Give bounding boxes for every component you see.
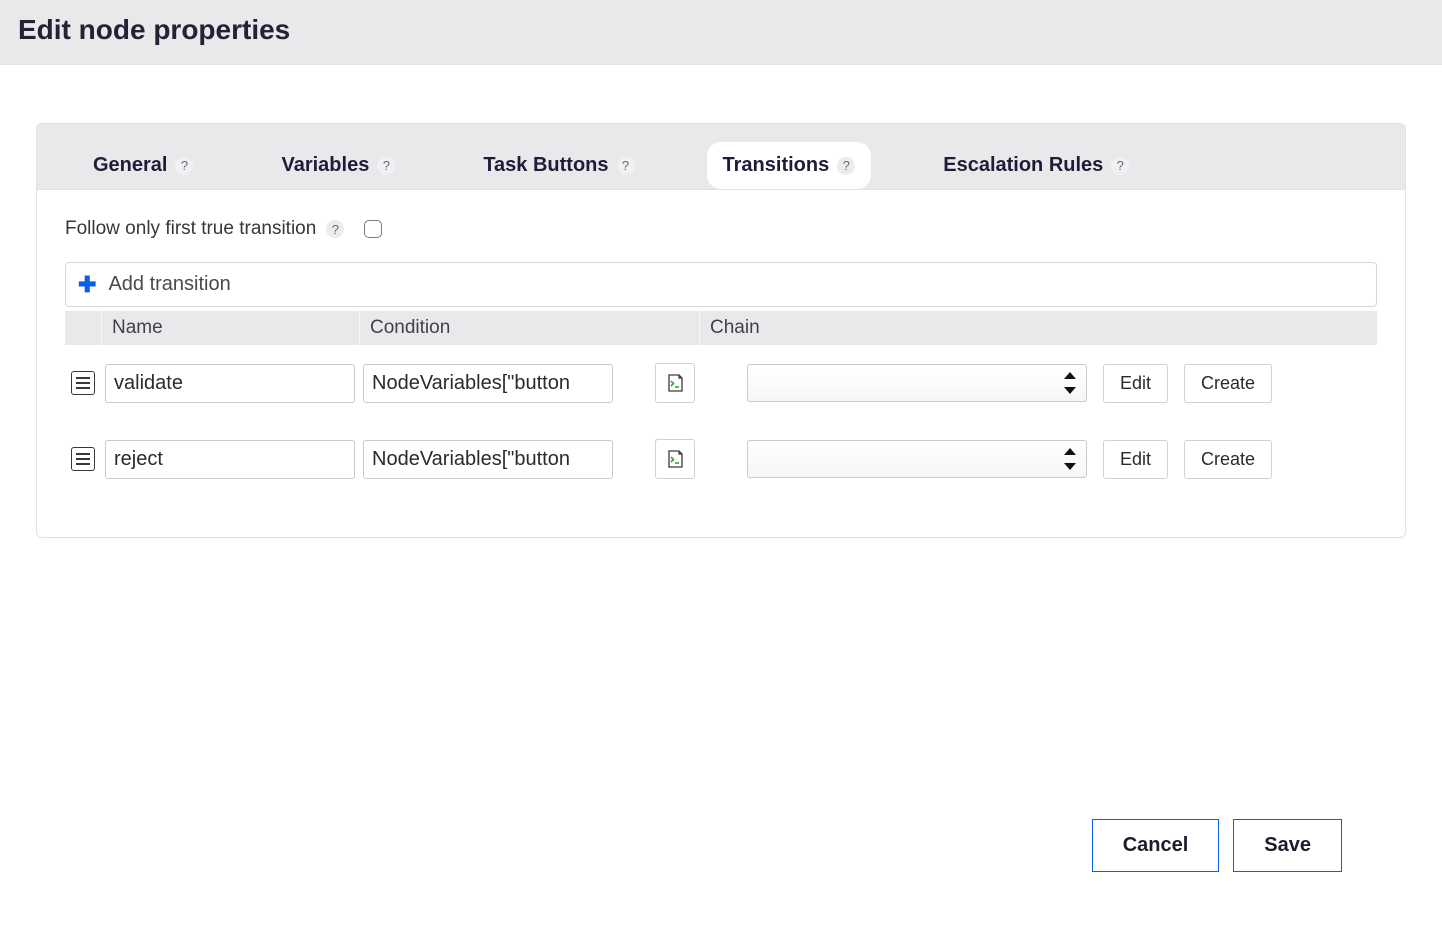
add-transition-button[interactable]: ✚ Add transition (65, 262, 1377, 307)
follow-first-true-checkbox[interactable] (364, 220, 382, 238)
transitions-table: Name Condition Chain (65, 311, 1377, 497)
expression-editor-button[interactable] (655, 439, 695, 479)
drag-handle-icon[interactable] (71, 371, 95, 395)
transition-condition-input[interactable] (363, 440, 613, 479)
help-icon[interactable]: ? (326, 220, 344, 238)
transition-condition-input[interactable] (363, 364, 613, 403)
col-condition-header: Condition (359, 311, 699, 345)
tab-general[interactable]: General ? (77, 142, 209, 189)
script-icon (665, 373, 685, 393)
table-row: Edit Create (65, 345, 1377, 421)
tab-escalation-rules[interactable]: Escalation Rules ? (927, 142, 1145, 189)
help-icon[interactable]: ? (837, 157, 855, 175)
follow-first-true-row: Follow only first true transition ? (65, 218, 1377, 240)
table-row: Edit Create (65, 421, 1377, 497)
create-chain-button[interactable]: Create (1184, 364, 1272, 403)
dialog-content: General ? Variables ? Task Buttons ? Tra… (0, 65, 1442, 538)
edit-chain-button[interactable]: Edit (1103, 440, 1168, 479)
tab-label: Task Buttons (483, 154, 608, 177)
tab-label: Transitions (723, 154, 830, 177)
chain-select[interactable] (747, 364, 1087, 402)
tab-label: General (93, 154, 167, 177)
edit-chain-button[interactable]: Edit (1103, 364, 1168, 403)
col-chain-header: Chain (699, 311, 1377, 345)
follow-first-true-label: Follow only first true transition (65, 218, 316, 240)
dialog-footer: Cancel Save (1092, 819, 1342, 872)
plus-icon: ✚ (78, 274, 96, 296)
tab-variables[interactable]: Variables ? (265, 142, 411, 189)
dialog-header: Edit node properties (0, 0, 1442, 65)
transitions-panel: Follow only first true transition ? ✚ Ad… (36, 189, 1406, 538)
dialog-title: Edit node properties (18, 14, 1424, 46)
chain-select[interactable] (747, 440, 1087, 478)
cancel-button[interactable]: Cancel (1092, 819, 1220, 872)
tab-transitions[interactable]: Transitions ? (707, 142, 872, 189)
tab-bar: General ? Variables ? Task Buttons ? Tra… (36, 123, 1406, 189)
drag-handle-icon[interactable] (71, 447, 95, 471)
help-icon[interactable]: ? (377, 157, 395, 175)
col-name-header: Name (101, 311, 359, 345)
help-icon[interactable]: ? (175, 157, 193, 175)
create-chain-button[interactable]: Create (1184, 440, 1272, 479)
save-button[interactable]: Save (1233, 819, 1342, 872)
table-header: Name Condition Chain (65, 311, 1377, 345)
help-icon[interactable]: ? (617, 157, 635, 175)
add-transition-label: Add transition (108, 273, 230, 296)
transition-name-input[interactable] (105, 364, 355, 403)
tab-label: Variables (281, 154, 369, 177)
tab-label: Escalation Rules (943, 154, 1103, 177)
transition-name-input[interactable] (105, 440, 355, 479)
expression-editor-button[interactable] (655, 363, 695, 403)
help-icon[interactable]: ? (1111, 157, 1129, 175)
script-icon (665, 449, 685, 469)
tab-task-buttons[interactable]: Task Buttons ? (467, 142, 650, 189)
